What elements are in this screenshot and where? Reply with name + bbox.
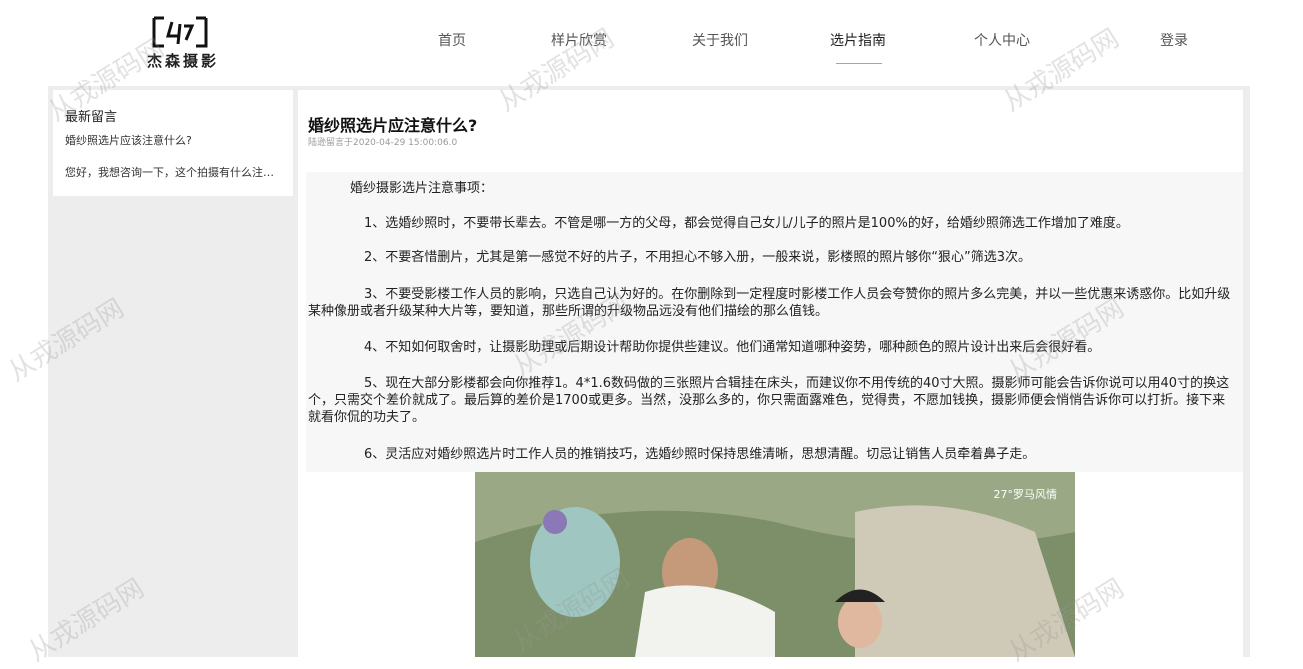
nav-guide[interactable]: 选片指南 — [830, 30, 886, 50]
article-title: 婚纱照选片应注意什么? — [308, 116, 478, 135]
nav-login[interactable]: 登录 — [1160, 30, 1188, 50]
photo-brand-label: 27°罗马风情 — [993, 488, 1058, 501]
article-point: 6、灵活应对婚纱照选片时工作人员的推销技巧，选婚纱照时保持思维清晰，思想清醒。切… — [364, 447, 1036, 462]
article-body: 婚纱摄影选片注意事项： 1、选婚纱照时，不要带长辈去。不管是哪一方的父母，都会觉… — [306, 172, 1243, 472]
sidebar-message-question[interactable]: 婚纱照选片应该注意什么? — [65, 132, 192, 148]
nav-active-underline — [836, 63, 882, 64]
camera-logo-icon — [152, 16, 208, 48]
article: 婚纱照选片应注意什么? 陆逊留言于2020-04-29 15:00:06.0 婚… — [298, 90, 1243, 657]
wedding-photo: 27°罗马风情 — [475, 472, 1075, 657]
article-point: 2、不要吝惜删片，尤其是第一感觉不好的片子，不用担心不够入册，一般来说，影楼照的… — [364, 250, 1032, 265]
article-intro: 婚纱摄影选片注意事项： — [350, 181, 494, 196]
nav-samples[interactable]: 样片欣赏 — [551, 30, 607, 50]
article-point: 5、现在大部分影楼都会向你推荐1。4*1.6数码做的三张照片合辑挂在床头，而建议… — [308, 376, 1230, 425]
article-point: 3、不要受影楼工作人员的影响，只选自己认为好的。在你删除到一定程度时影楼工作人员… — [308, 287, 1231, 319]
article-point: 1、选婚纱照时，不要带长辈去。不管是哪一方的父母，都会觉得自己女儿/儿子的照片是… — [364, 216, 1129, 231]
nav-about[interactable]: 关于我们 — [692, 30, 748, 50]
article-point: 4、不知如何取舍时，让摄影助理或后期设计帮助你提供些建议。他们通常知道哪种姿势，… — [364, 340, 1101, 355]
nav-home[interactable]: 首页 — [438, 30, 466, 50]
logo[interactable]: 杰森摄影 — [128, 12, 238, 72]
article-meta: 陆逊留言于2020-04-29 15:00:06.0 — [308, 138, 458, 148]
sidebar-title: 最新留言 — [65, 110, 118, 125]
wedding-photo-illustration — [475, 472, 1075, 657]
nav-profile[interactable]: 个人中心 — [974, 30, 1030, 50]
logo-text: 杰森摄影 — [146, 52, 219, 70]
sidebar-message-answer[interactable]: 您好，我想咨询一下，这个拍摄有什么注意事项 — [65, 164, 283, 180]
sidebar-latest-messages: 最新留言 婚纱照选片应该注意什么? 您好，我想咨询一下，这个拍摄有什么注意事项 — [53, 90, 293, 196]
site-header: 杰森摄影 首页 样片欣赏 关于我们 选片指南 个人中心 登录 — [0, 0, 1303, 86]
